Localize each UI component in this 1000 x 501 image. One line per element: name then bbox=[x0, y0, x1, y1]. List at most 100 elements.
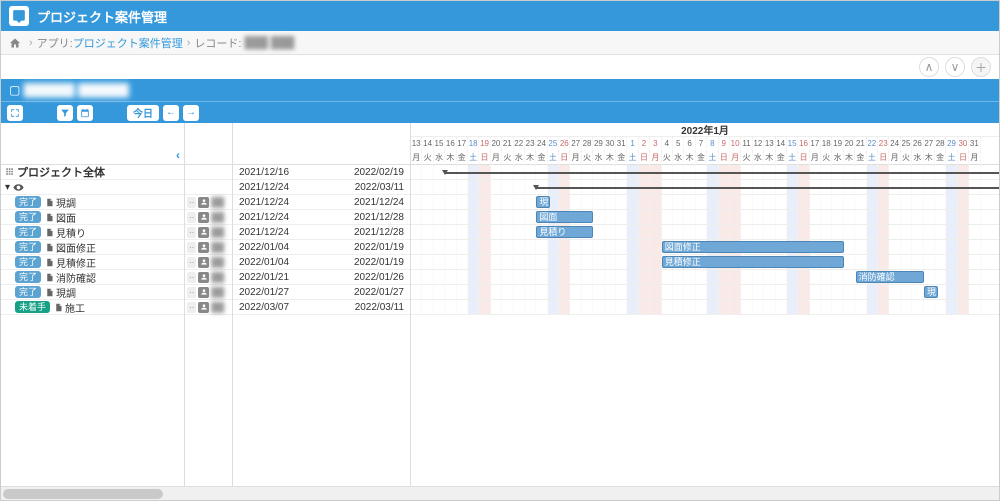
today-button[interactable]: 今日 bbox=[127, 105, 159, 121]
assignee-name: ██ bbox=[211, 257, 224, 267]
assignee-more-icon[interactable]: ·· bbox=[187, 242, 196, 253]
group-end: 2022/03/11 bbox=[355, 182, 404, 193]
assignee-more-icon[interactable]: ·· bbox=[187, 227, 196, 238]
task-end: 2022/03/11 bbox=[355, 302, 404, 313]
assignee-more-icon[interactable]: ·· bbox=[187, 302, 196, 313]
task-end: 2022/01/26 bbox=[354, 272, 404, 283]
app-header: プロジェクト案件管理 bbox=[1, 1, 999, 31]
gantt-bar[interactable]: 見積修正 bbox=[662, 256, 844, 268]
gantt-bar[interactable]: 現調 bbox=[536, 196, 550, 208]
chart-day-numbers: 1314151617181920212223242526272829303112… bbox=[411, 137, 999, 151]
task-row[interactable]: 完了見積修正 bbox=[1, 255, 184, 270]
project-name: プロジェクト全体 bbox=[17, 164, 105, 180]
group-collapse-icon[interactable]: ▾ bbox=[5, 182, 10, 193]
avatar-icon[interactable] bbox=[198, 242, 209, 253]
task-row[interactable]: 完了 消防確認 bbox=[1, 270, 184, 285]
group-row[interactable]: ▾ bbox=[1, 180, 184, 195]
task-end: 2022/01/19 bbox=[354, 257, 404, 268]
scroll-right-button[interactable]: → bbox=[183, 105, 199, 121]
assignee-cell[interactable]: ··██ bbox=[185, 240, 232, 255]
avatar-icon[interactable] bbox=[198, 302, 209, 313]
collapse-left-button[interactable]: ‹ bbox=[176, 148, 180, 162]
task-start: 2021/12/24 bbox=[239, 227, 289, 238]
task-row[interactable]: 完了 図面修正 bbox=[1, 240, 184, 255]
assignee-more-icon[interactable]: ·· bbox=[187, 257, 196, 268]
task-name: 図面修正 bbox=[56, 240, 96, 255]
task-status-badge: 完了 bbox=[15, 241, 41, 253]
project-row[interactable]: プロジェクト全体 bbox=[1, 165, 184, 180]
filter-button[interactable] bbox=[57, 105, 73, 121]
avatar-icon[interactable] bbox=[198, 257, 209, 268]
assignee-more-icon[interactable]: ·· bbox=[187, 212, 196, 223]
scrollbar-thumb[interactable] bbox=[3, 489, 163, 499]
task-row[interactable]: 完了 現調 bbox=[1, 285, 184, 300]
add-record-button[interactable]: ＋ bbox=[971, 57, 991, 77]
group-start: 2021/12/24 bbox=[239, 182, 289, 193]
task-row[interactable]: 完了 見積り bbox=[1, 225, 184, 240]
home-icon[interactable] bbox=[9, 37, 21, 49]
avatar-icon[interactable] bbox=[198, 287, 209, 298]
assignee-cell[interactable]: ··██ bbox=[185, 210, 232, 225]
assignee-name: ██ bbox=[211, 272, 224, 282]
gantt-summary-bar[interactable] bbox=[536, 187, 999, 189]
gantt-bar[interactable]: 現 bbox=[924, 286, 938, 298]
task-start: 2022/01/04 bbox=[239, 242, 289, 253]
avatar-icon[interactable] bbox=[198, 227, 209, 238]
scroll-left-button[interactable]: ← bbox=[163, 105, 179, 121]
breadcrumb-app-name[interactable]: プロジェクト案件管理 bbox=[73, 35, 183, 51]
gantt-summary-bar[interactable] bbox=[445, 172, 999, 174]
assignee-cell[interactable]: ·· ██ bbox=[185, 255, 232, 270]
avatar-icon[interactable] bbox=[198, 212, 209, 223]
task-end: 2021/12/28 bbox=[354, 227, 404, 238]
task-name: 見積り bbox=[56, 225, 86, 240]
assignee-cell[interactable]: ··██ bbox=[185, 300, 232, 315]
next-record-button[interactable]: ∨ bbox=[945, 57, 965, 77]
task-name: 現調 bbox=[56, 285, 76, 300]
assignee-cell[interactable]: ·· ██ bbox=[185, 195, 232, 210]
task-status-badge: 未着手 bbox=[15, 301, 50, 313]
task-start: 2021/12/24 bbox=[239, 212, 289, 223]
breadcrumb-sep: › bbox=[29, 37, 33, 49]
task-name: 施工 bbox=[65, 300, 85, 315]
datepicker-button[interactable] bbox=[77, 105, 93, 121]
prev-record-button[interactable]: ∧ bbox=[919, 57, 939, 77]
assignee-cell[interactable]: ·· ██ bbox=[185, 225, 232, 240]
assignee-cell[interactable]: ··██ bbox=[185, 285, 232, 300]
task-start: 2022/01/04 bbox=[239, 257, 289, 268]
task-start: 2022/01/27 bbox=[239, 287, 289, 298]
chart-body[interactable]: 現調図面見積り図面修正見積修正消防確認現 bbox=[411, 165, 999, 315]
app-logo-icon bbox=[9, 6, 29, 26]
task-row[interactable]: 未着手 施工 bbox=[1, 300, 184, 315]
assignee-more-icon[interactable]: ·· bbox=[187, 272, 196, 283]
task-name: 消防確認 bbox=[56, 270, 96, 285]
assignee-more-icon[interactable]: ·· bbox=[187, 287, 196, 298]
avatar-icon[interactable] bbox=[198, 197, 209, 208]
task-status-badge: 完了 bbox=[15, 196, 41, 208]
assignee-pane: ··██··██··██··██··██··██··██··██ bbox=[185, 123, 233, 486]
task-start: 2021/12/24 bbox=[239, 197, 289, 208]
breadcrumb-record-value[interactable]: ███ ███ bbox=[245, 37, 295, 49]
expand-button[interactable] bbox=[7, 105, 23, 121]
assignee-cell[interactable]: ·· ██ bbox=[185, 270, 232, 285]
gantt-bar[interactable]: 図面 bbox=[536, 211, 593, 223]
avatar-icon[interactable] bbox=[198, 272, 209, 283]
task-row[interactable]: 完了図面 bbox=[1, 210, 184, 225]
task-row[interactable]: 完了現調 bbox=[1, 195, 184, 210]
task-status-badge: 完了 bbox=[15, 286, 41, 298]
assignee-name: ██ bbox=[211, 227, 224, 237]
project-end: 2022/02/19 bbox=[354, 167, 404, 178]
chart-header: 2022年1月 13141516171819202122232425262728… bbox=[411, 123, 999, 165]
task-status-badge: 完了 bbox=[15, 226, 41, 238]
chart-pane[interactable]: 2022年1月 13141516171819202122232425262728… bbox=[411, 123, 999, 486]
gantt-bar[interactable]: 消防確認 bbox=[856, 271, 924, 283]
horizontal-scrollbar[interactable] bbox=[1, 486, 999, 500]
task-status-badge: 完了 bbox=[15, 271, 41, 283]
task-name: 見積修正 bbox=[56, 255, 96, 270]
gantt-bar[interactable]: 見積り bbox=[536, 226, 593, 238]
assignee-name: ██ bbox=[211, 197, 224, 207]
breadcrumb-app-label: アプリ: bbox=[37, 35, 73, 51]
breadcrumb-record-label: レコード: bbox=[194, 35, 241, 51]
gantt-bar[interactable]: 図面修正 bbox=[662, 241, 844, 253]
breadcrumb: › アプリ: プロジェクト案件管理 › レコード: ███ ███ bbox=[1, 31, 999, 55]
assignee-more-icon[interactable]: ·· bbox=[187, 197, 196, 208]
